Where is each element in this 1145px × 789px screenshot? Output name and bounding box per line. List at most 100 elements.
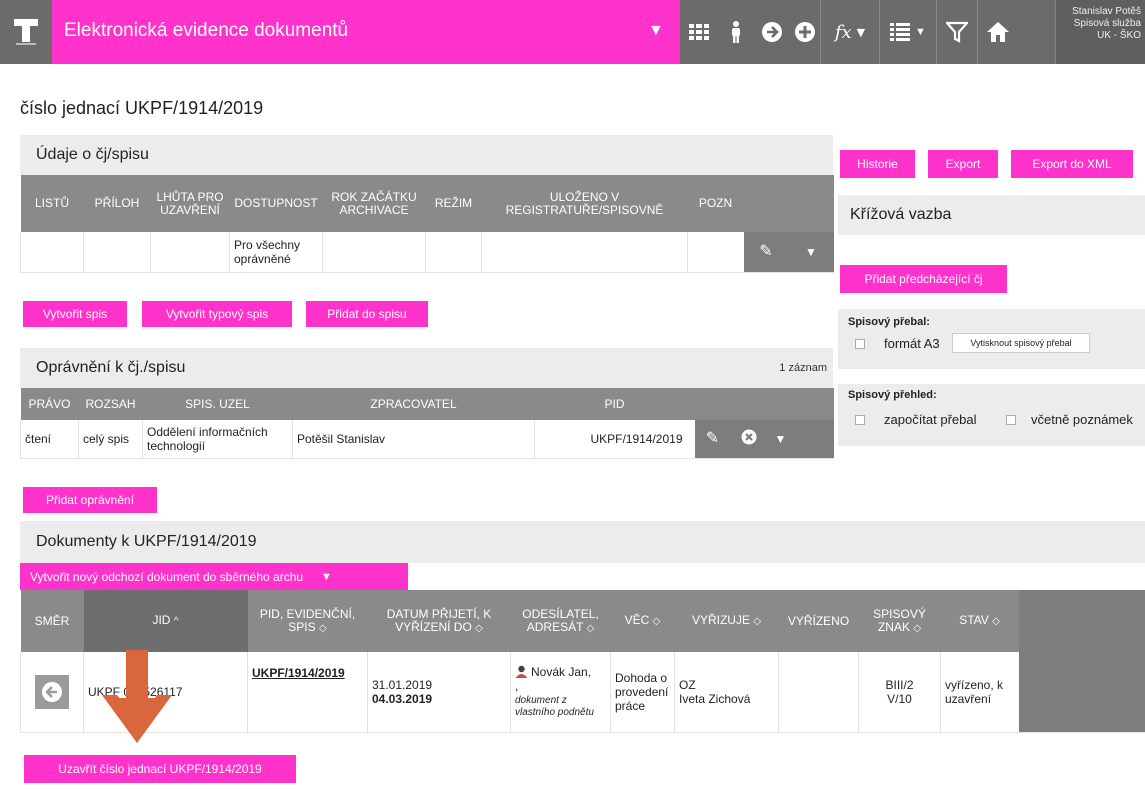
- col-vyrizeno[interactable]: VYŘÍZENO: [778, 590, 859, 652]
- close-circle-icon: [741, 429, 756, 445]
- export-button[interactable]: Export: [928, 150, 998, 178]
- cell-priloh: [83, 232, 151, 273]
- col-priloh[interactable]: PŘÍLOH: [83, 175, 151, 232]
- home-icon[interactable]: [978, 0, 1018, 64]
- sort-asc-icon: ^: [173, 616, 179, 627]
- pid-link[interactable]: UKPF/1914/2019: [247, 652, 368, 733]
- zapocitat-prebal-label: započítat přebal: [884, 412, 977, 427]
- cell-ulozeno: [481, 232, 688, 273]
- col-vec[interactable]: VĚC ◇: [610, 590, 675, 652]
- col-actions: [730, 388, 767, 420]
- edit-button[interactable]: ✎: [694, 420, 731, 459]
- col-spis-uzel[interactable]: SPIS. UZEL: [142, 388, 293, 420]
- caret-down-icon[interactable]: ▼: [648, 22, 664, 40]
- grid-icon[interactable]: [680, 0, 718, 64]
- krizova-vazba-title: Křížová vazba: [850, 206, 952, 223]
- col-rok-archivace[interactable]: ROK ZAČÁTKU ARCHIVACE: [322, 175, 426, 232]
- arrow-circle-right-icon[interactable]: [754, 0, 790, 64]
- cell-dostupnost: Pro všechny oprávněné: [229, 232, 323, 273]
- spisovy-prehled-box: Spisový přehled: započítat přebal včetně…: [838, 384, 1145, 446]
- vytvorit-odchozi-dokument-button[interactable]: Vytvořit nový odchozí dokument do sběrné…: [20, 563, 408, 590]
- col-listu[interactable]: LISTŮ: [20, 175, 84, 232]
- toolbar: fx ▼ ▼: [680, 0, 1055, 64]
- dokumenty-table: SMĚR JID ^ PID, EVIDENČNÍ, SPIS ◇ DATUM …: [20, 590, 1145, 733]
- cell-vyrizeno: [778, 652, 859, 733]
- prehled-label: Spisový přehled:: [848, 389, 937, 401]
- caret-down-icon: ▼: [805, 244, 817, 259]
- col-actions: [743, 175, 789, 232]
- cell-pozn: [687, 232, 744, 273]
- table-row: UKPF 000526117 UKPF/1914/2019 31.01.2019…: [20, 652, 1145, 733]
- user-service: Spisová služba: [1073, 18, 1141, 29]
- opravneni-panel-title: Oprávnění k čj./spisu: [36, 359, 186, 376]
- col-spisovy-znak[interactable]: SPISOVÝ ZNAK ◇: [858, 590, 941, 652]
- vcetne-poznamek-checkbox[interactable]: [1006, 415, 1016, 425]
- sort-icon: ◇: [753, 616, 762, 627]
- uzavrit-cislo-jednaci-button[interactable]: Uzavřít číslo jednací UKPF/1914/2019: [24, 755, 296, 783]
- col-vyrizuje[interactable]: VYŘIZUJE ◇: [674, 590, 779, 652]
- col-zpracovatel[interactable]: ZPRACOVATEL: [292, 388, 535, 420]
- pridat-do-spisu-button[interactable]: Přidat do spisu: [306, 301, 428, 327]
- caret-down-icon: ▼: [774, 431, 787, 446]
- cell-lhuta: [150, 232, 230, 273]
- vcetne-poznamek-label: včetně poznámek: [1031, 412, 1133, 427]
- col-pid-evidencni[interactable]: PID, EVIDENČNÍ, SPIS ◇: [247, 590, 368, 652]
- col-smer[interactable]: SMĚR: [20, 590, 84, 652]
- annotation-arrow-down-icon: [97, 650, 177, 748]
- delete-button[interactable]: [730, 420, 767, 459]
- app-logo[interactable]: [0, 0, 52, 64]
- spisovy-prebal-box: Spisový přebal: formát A3 Vytisknout spi…: [838, 309, 1145, 369]
- odesilatel-name: Novák Jan,: [531, 664, 592, 679]
- user-icon: [515, 666, 528, 679]
- vytisknout-prebal-button[interactable]: Vytisknout spisový přebal: [952, 333, 1090, 353]
- cell-uzel: Oddělení informačních technologií: [142, 420, 293, 459]
- col-pozn[interactable]: POZN: [687, 175, 744, 232]
- pridat-predchazejici-button[interactable]: Přidat předcházející čj: [840, 265, 1007, 293]
- format-a3-label: formát A3: [884, 336, 940, 351]
- sort-icon: ◇: [992, 616, 1000, 627]
- filter-icon[interactable]: [937, 0, 977, 64]
- sort-icon: ◇: [319, 622, 327, 634]
- plus-circle-icon[interactable]: [790, 0, 820, 64]
- col-jid-label: JID: [152, 613, 171, 627]
- col-vyrizuje-label: VYŘIZUJE: [691, 613, 750, 627]
- person-icon[interactable]: [718, 0, 754, 64]
- dokumenty-panel-title: Dokumenty k UKPF/1914/2019: [36, 533, 257, 550]
- pridat-opravneni-button[interactable]: Přidat oprávnění: [23, 487, 157, 513]
- historie-button[interactable]: Historie: [840, 150, 915, 178]
- function-icon[interactable]: fx ▼: [821, 0, 879, 64]
- direction-button[interactable]: [35, 674, 69, 709]
- col-jid[interactable]: JID ^: [83, 590, 248, 652]
- col-lhuta[interactable]: LHŮTA PRO UZAVŘENÍ: [150, 175, 230, 232]
- cell-pravo: čtení: [20, 420, 79, 459]
- col-ulozeno[interactable]: ULOŽENO V REGISTRATUŘE/SPISOVNĚ: [481, 175, 688, 232]
- col-vec-label: VĚC: [624, 613, 650, 627]
- col-stav-label: STAV: [959, 613, 989, 627]
- user-info[interactable]: Stanislav Potěš Spisová služba UK - ŠKO: [1056, 0, 1145, 64]
- col-rozsah[interactable]: ROZSAH: [78, 388, 143, 420]
- odesilatel-comma: ,: [515, 678, 519, 693]
- cell-rok: [322, 232, 426, 273]
- record-count: 1 záznam: [779, 362, 827, 374]
- col-stav[interactable]: STAV ◇: [940, 590, 1019, 652]
- export-xml-button[interactable]: Export do XML: [1011, 150, 1133, 178]
- cell-vyrizuje: OZ Iveta Zichová: [674, 652, 779, 733]
- app-title[interactable]: Elektronická evidence dokumentů: [64, 20, 348, 42]
- col-odesilatel[interactable]: ODESÍLATEL, ADRESÁT ◇: [510, 590, 611, 652]
- format-a3-checkbox[interactable]: [855, 339, 865, 349]
- edit-button[interactable]: ✎: [743, 232, 789, 273]
- list-icon[interactable]: ▼: [880, 0, 936, 64]
- vytvorit-typovy-spis-button[interactable]: Vytvořit typový spis: [142, 301, 292, 327]
- row-menu-button[interactable]: ▼: [766, 420, 834, 459]
- zapocitat-prebal-checkbox[interactable]: [855, 415, 865, 425]
- col-pravo[interactable]: PRÁVO: [20, 388, 79, 420]
- col-pid[interactable]: PID: [534, 388, 695, 420]
- vytvorit-spis-button[interactable]: Vytvořit spis: [23, 301, 127, 327]
- datum-vyrizeni: 04.03.2019: [372, 691, 433, 706]
- top-bar: Elektronická evidence dokumentů ▼ fx ▼ ▼ …: [0, 0, 1145, 64]
- row-menu-button[interactable]: ▼: [788, 232, 834, 273]
- col-rezim[interactable]: REŽIM: [425, 175, 482, 232]
- col-datum[interactable]: DATUM PŘIJETÍ, K VYŘÍZENÍ DO ◇: [367, 590, 511, 652]
- cell-rozsah: celý spis: [78, 420, 143, 459]
- col-dostupnost[interactable]: DOSTUPNOST: [229, 175, 323, 232]
